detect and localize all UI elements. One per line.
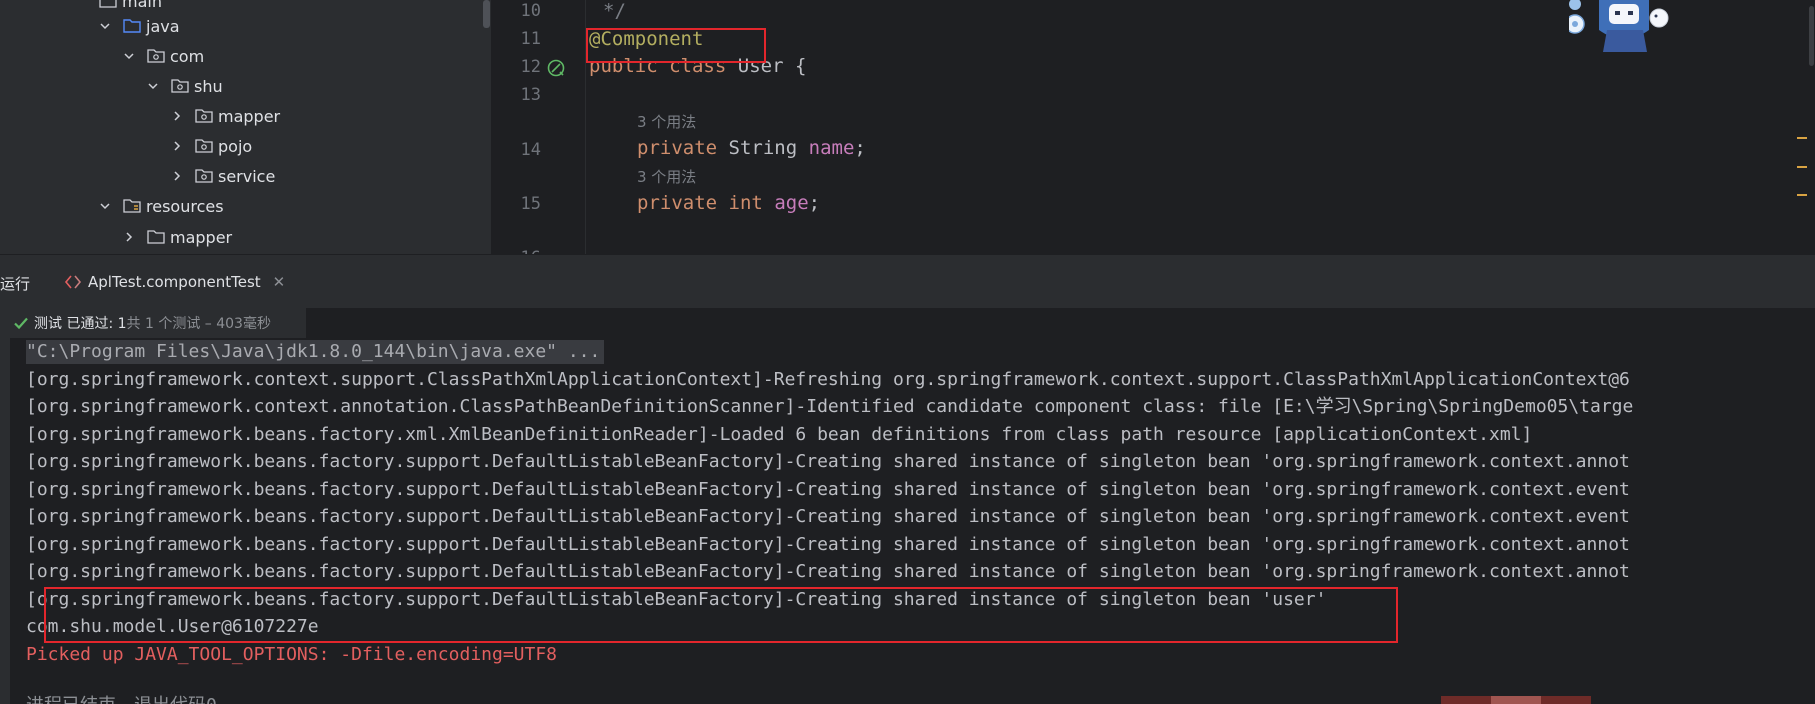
tree-item-label: java [146, 16, 180, 36]
run-window-title: 运行 [0, 275, 31, 293]
console-line: [org.springframework.beans.factory.suppo… [26, 534, 1630, 555]
usage-hint[interactable]: 3 个用法 [637, 111, 696, 132]
console-scrollbar[interactable] [1807, 338, 1815, 704]
line-number: 15 [520, 194, 541, 214]
tree-item-java[interactable]: java [98, 11, 180, 41]
line-number: 12 [520, 57, 541, 77]
test-status-bar: 测试 已通过: 1 共 1 个测试 – 403毫秒 [0, 308, 306, 338]
console-line: [org.springframework.context.annotation.… [26, 396, 1634, 417]
field-name: name [808, 137, 855, 159]
usage-hint[interactable]: 3 个用法 [637, 166, 696, 187]
chevron-down-icon[interactable] [98, 19, 112, 33]
test-config-icon [64, 275, 82, 289]
check-icon [14, 317, 28, 330]
code-editor[interactable]: 10 11 12 13 14 15 16 */ @Component publi… [491, 0, 1815, 254]
folder-icon [98, 0, 118, 10]
chevron-right-icon[interactable] [170, 109, 184, 123]
console-line: [org.springframework.beans.factory.suppo… [26, 506, 1630, 527]
tree-scrollbar[interactable] [483, 0, 490, 28]
highlight-box [44, 587, 1398, 643]
type-name: String [728, 137, 798, 159]
run-tool-window-header: 运行 AplTest.componentTest ✕ [0, 254, 1815, 308]
line-number: 14 [520, 140, 541, 160]
tree-item-label: com [170, 46, 205, 66]
overlay-tag [1441, 696, 1591, 704]
console-line: [org.springframework.beans.factory.suppo… [26, 479, 1630, 500]
code-line-15: private int age; [637, 192, 820, 214]
keyword-private: private [637, 192, 718, 214]
console-output[interactable]: "C:\Program Files\Java\jdk1.8.0_144\bin\… [10, 338, 1815, 704]
close-icon[interactable]: ✕ [273, 273, 286, 291]
field-name: age [774, 192, 809, 214]
tree-item-label: pojo [218, 136, 253, 156]
package-icon [170, 77, 190, 95]
tab-label: AplTest.componentTest [88, 273, 261, 291]
open-brace: { [794, 55, 807, 77]
semicolon: ; [808, 192, 821, 214]
tree-item-shu[interactable]: shu [146, 71, 223, 101]
tree-item-label: mapper [218, 106, 281, 126]
tree-item-label: service [218, 166, 276, 186]
console-line: 进程已结束，退出代码0 [26, 694, 217, 704]
keyword-private: private [637, 137, 718, 159]
console-line[interactable]: "C:\Program Files\Java\jdk1.8.0_144\bin\… [26, 340, 605, 364]
folder-icon [146, 228, 166, 246]
chevron-right-icon[interactable] [170, 169, 184, 183]
tree-item-mapper[interactable]: mapper [170, 101, 280, 131]
line-number: 11 [520, 29, 541, 49]
code-line-10: */ [603, 0, 626, 22]
console-line: [org.springframework.beans.factory.suppo… [26, 451, 1630, 472]
console-line: [org.springframework.beans.factory.suppo… [26, 561, 1630, 582]
semicolon: ; [854, 137, 866, 159]
console-line: [org.springframework.context.support.Cla… [26, 369, 1630, 390]
project-tree: main java com shu mapper pojo service re… [0, 0, 491, 254]
line-number: 10 [520, 1, 541, 21]
source-folder-icon [122, 17, 142, 35]
console-line-error: Picked up JAVA_TOOL_OPTIONS: -Dfile.enco… [26, 644, 558, 665]
tree-item-label: resources [146, 196, 224, 216]
tree-item-label: mapper [170, 227, 233, 247]
tab-run-config[interactable]: AplTest.componentTest ✕ [64, 269, 285, 295]
chevron-down-icon[interactable] [98, 199, 112, 213]
spring-bean-icon[interactable] [546, 58, 566, 78]
tree-item-com[interactable]: com [122, 41, 204, 71]
chevron-right-icon[interactable] [170, 139, 184, 153]
tree-item-resources[interactable]: resources [98, 191, 224, 221]
tree-item-resources-mapper[interactable]: mapper [122, 222, 232, 252]
tree-item-label: main [122, 0, 162, 11]
chevron-down-icon[interactable] [146, 79, 160, 93]
tree-item-service[interactable]: service [170, 161, 275, 191]
tree-item-pojo[interactable]: pojo [170, 131, 252, 161]
console-line: [org.springframework.beans.factory.xml.X… [26, 424, 1533, 445]
resources-folder-icon [122, 197, 142, 215]
run-window-gutter [0, 308, 10, 704]
line-number: 13 [520, 85, 541, 105]
mascot-image [1569, 0, 1669, 52]
chevron-down-icon[interactable] [122, 49, 136, 63]
code-line-14: private String name; [637, 137, 866, 159]
package-icon [146, 47, 166, 65]
package-icon [194, 137, 214, 155]
editor-gutter: 10 11 12 13 14 15 16 [491, 0, 585, 254]
editor-scrollbar[interactable] [1807, 0, 1815, 254]
keyword-int: int [728, 192, 763, 214]
highlight-box [586, 28, 766, 63]
chevron-right-icon[interactable] [122, 230, 136, 244]
package-icon [194, 167, 214, 185]
tree-item-label: shu [194, 76, 223, 96]
test-detail-text: 共 1 个测试 – 403毫秒 [126, 316, 271, 332]
package-icon [194, 107, 214, 125]
test-pass-text: 测试 已通过: 1 [34, 316, 127, 332]
